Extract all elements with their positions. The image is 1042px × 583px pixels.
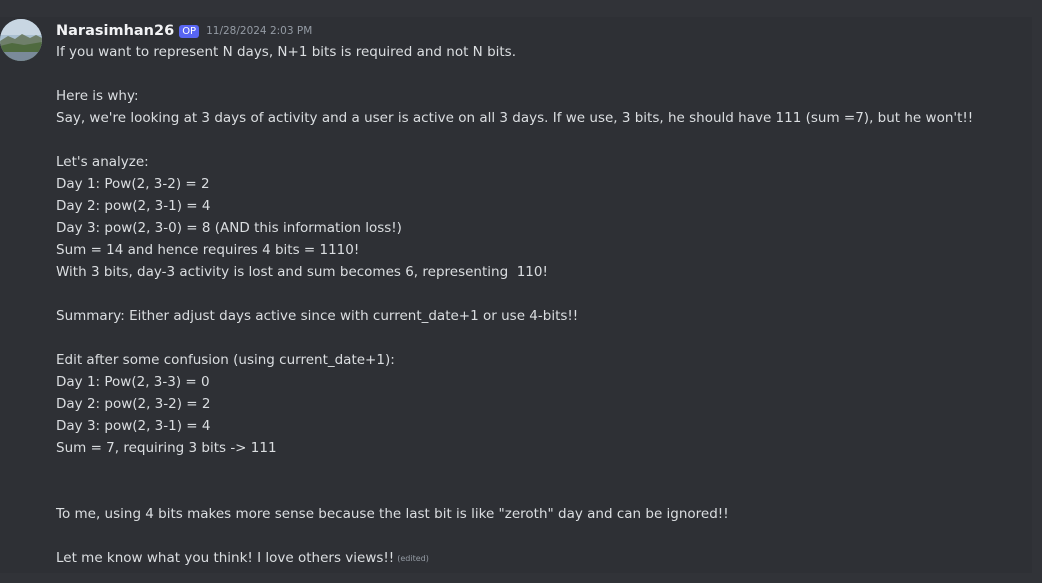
channel-top-gap [0,0,1042,17]
message-line: Let's analyze: [56,154,149,170]
message-line: Summary: Either adjust days active since… [56,308,579,324]
message-line [56,129,1026,151]
message-line [56,459,1026,481]
message-line [56,481,1026,503]
message-line: If you want to represent N days, N+1 bit… [56,44,517,60]
message-line: Day 1: Pow(2, 3-2) = 2 [56,176,210,192]
message-line-text: Let me know what you think! I love other… [56,550,395,566]
op-badge: OP [179,24,200,38]
message-timestamp[interactable]: 11/28/2024 2:03 PM [206,25,312,37]
avatar-landscape-icon [0,19,42,61]
message-line [56,327,1026,349]
message-line: Day 3: pow(2, 3-1) = 4 [56,418,211,434]
message-line [56,63,1026,85]
channel-right-gap [1032,17,1042,573]
message-line: Day 3: pow(2, 3-0) = 8 (AND this informa… [56,220,402,236]
message-line [56,525,1026,547]
message-line: With 3 bits, day-3 activity is lost and … [56,264,548,280]
message-line: Sum = 7, requiring 3 bits -> 111 [56,440,277,456]
message-line: Day 2: pow(2, 3-1) = 4 [56,198,211,214]
message-line: Edit after some confusion (using current… [56,352,395,368]
edited-label: (edited) [397,554,429,563]
message-content: If you want to represent N days, N+1 bit… [56,41,1026,569]
message-header: Narasimhan26 OP 11/28/2024 2:03 PM [56,20,312,42]
username[interactable]: Narasimhan26 [56,23,174,39]
message-line: Sum = 14 and hence requires 4 bits = 111… [56,242,360,258]
message-line: Here is why: [56,88,139,104]
avatar[interactable] [0,19,42,61]
message-line: To me, using 4 bits makes more sense bec… [56,506,729,522]
channel-bottom-gap [0,573,1042,583]
message-line: Day 2: pow(2, 3-2) = 2 [56,396,211,412]
message-line: Day 1: Pow(2, 3-3) = 0 [56,374,210,390]
message-line [56,283,1026,305]
message-last-line: Let me know what you think! I love other… [56,547,1026,569]
message-line: Say, we're looking at 3 days of activity… [56,110,974,126]
